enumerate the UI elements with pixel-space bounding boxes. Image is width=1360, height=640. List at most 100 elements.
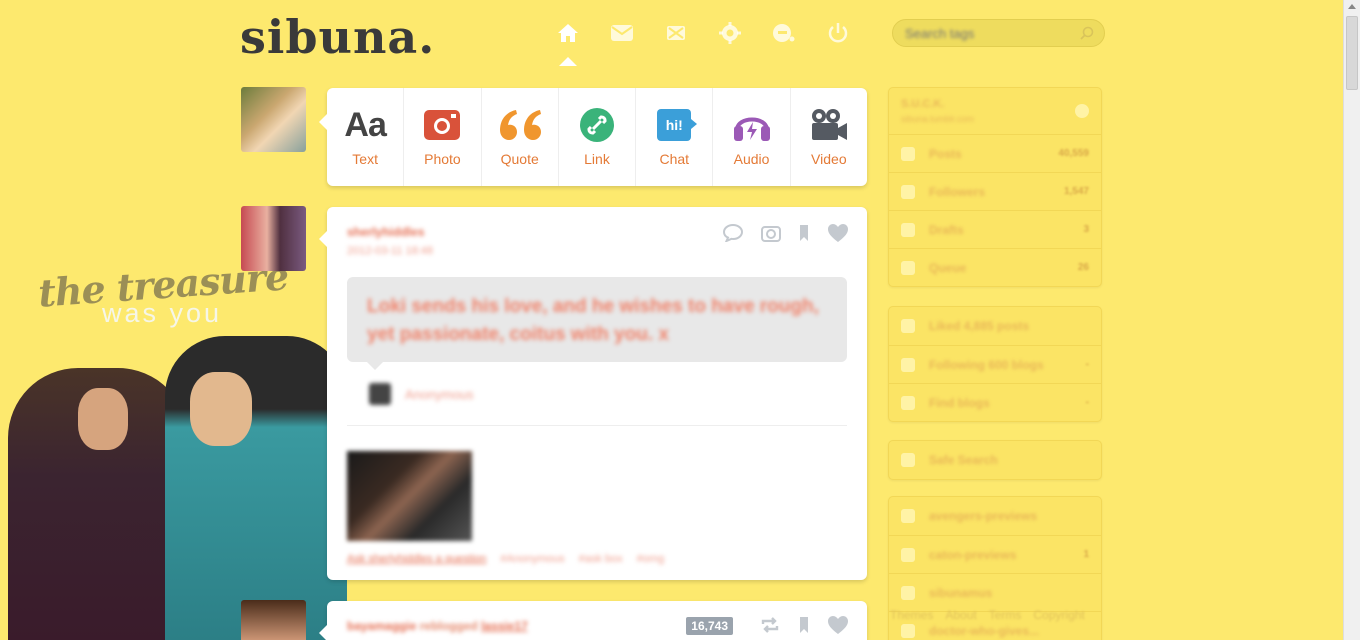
decorative-figure-girl-face	[78, 388, 128, 450]
new-text-post-button[interactable]: Aa Text	[327, 88, 405, 186]
sidebar-safe-search-panel: Safe Search	[888, 440, 1102, 480]
blog-icon	[901, 623, 915, 638]
sidebar-item-label: Safe Search	[929, 453, 998, 467]
sidebar-item-count: 1	[1083, 549, 1089, 560]
bookmark-icon[interactable]	[799, 616, 809, 634]
new-video-post-button[interactable]: Video	[791, 88, 867, 186]
sidebar-item-blog[interactable]: caton-previews 1	[889, 535, 1101, 573]
post-type-label: Text	[352, 151, 378, 167]
post-username[interactable]: sherlyhiddles	[347, 225, 424, 239]
sidebar-item-following[interactable]: Following 600 blogs -	[889, 345, 1101, 383]
sidebar-item-count: 3	[1083, 224, 1089, 235]
sidebar-item-count: -	[1085, 359, 1089, 370]
sidebar-item-count: 1,547	[1063, 186, 1089, 197]
sidebar-item-label: sibunamus	[929, 585, 993, 600]
sidebar-item-label: Drafts	[929, 222, 964, 237]
page-scrollbar[interactable]	[1343, 0, 1360, 640]
new-quote-post-button[interactable]: Quote	[482, 88, 559, 186]
post-author-avatar[interactable]	[241, 206, 306, 271]
ask-question-link[interactable]: Ask sherlyhiddles a question	[347, 553, 486, 565]
logo[interactable]: sibuna.	[240, 10, 435, 64]
blog-menu-icon[interactable]	[1075, 104, 1089, 118]
question-bubble: Loki sends his love, and he wishes to ha…	[347, 277, 847, 370]
footer-link-about[interactable]: About	[945, 608, 976, 622]
new-post-composer: Aa Text Photo Quote Link hi! Chat Audio …	[319, 88, 867, 186]
top-nav	[555, 20, 851, 66]
sidebar-item-blog[interactable]: sibunamus	[889, 573, 1101, 611]
post-attribution: bayamaggie reblogged lassie17	[347, 619, 528, 633]
sidebar-item-drafts[interactable]: Drafts 3	[889, 210, 1101, 248]
tag-link[interactable]: #ask box	[579, 553, 623, 565]
footer-links: Themes About Terms Copyright	[890, 608, 1085, 622]
person-icon	[901, 357, 915, 372]
footer-link-themes[interactable]: Themes	[890, 608, 933, 622]
help-button[interactable]	[771, 20, 797, 46]
blog-icon	[901, 547, 915, 562]
search-icon[interactable]	[1080, 26, 1094, 40]
sidebar-item-blog[interactable]: avengers-previews	[889, 497, 1101, 535]
queue-icon	[901, 260, 915, 275]
inbox-button[interactable]	[609, 20, 635, 46]
answer-post: sherlyhiddles 2012-03-11 18:48 Loki send…	[319, 207, 867, 580]
sidebar-item-label: avengers-previews	[929, 509, 1038, 523]
sidebar-item-safe-search[interactable]: Safe Search	[889, 441, 1101, 479]
footer-link-copyright[interactable]: Copyright	[1033, 608, 1084, 622]
tag-link[interactable]: #Anonymous	[500, 553, 564, 565]
sidebar-item-find-blogs[interactable]: Find blogs -	[889, 383, 1101, 421]
help-icon	[773, 24, 795, 42]
sidebar-item-likes[interactable]: Liked 4,885 posts	[889, 307, 1101, 345]
sidebar-item-queue[interactable]: Queue 26	[889, 248, 1101, 286]
link-icon	[579, 107, 615, 143]
headphones-icon	[732, 107, 772, 143]
footer-link-terms[interactable]: Terms	[989, 608, 1022, 622]
reblog-source-link[interactable]: lassie17	[481, 619, 528, 633]
post-type-label: Photo	[424, 151, 461, 167]
shield-icon	[901, 453, 915, 467]
sidebar-item-count: 26	[1077, 262, 1089, 273]
sidebar-blog-header[interactable]: S.U.C.K. sibuna.tumblr.com	[889, 88, 1101, 134]
search-input[interactable]	[893, 20, 1073, 46]
reblog-icon[interactable]	[759, 616, 781, 634]
post-tags: Ask sherlyhiddles a question #Anonymous …	[347, 553, 664, 565]
camera-icon[interactable]	[761, 224, 781, 242]
heart-icon[interactable]	[827, 615, 849, 635]
tag-link[interactable]: #omg	[637, 553, 665, 565]
blog-icon	[901, 585, 915, 600]
home-button[interactable]	[555, 20, 581, 66]
settings-button[interactable]	[717, 20, 743, 46]
home-icon	[558, 24, 578, 42]
post-type-label: Video	[811, 151, 847, 167]
scrollbar-thumb[interactable]	[1346, 16, 1358, 90]
heart-icon	[901, 319, 915, 333]
answer-image[interactable]	[347, 451, 472, 541]
divider	[347, 425, 847, 426]
sidebar-item-followers[interactable]: Followers 1,547	[889, 172, 1101, 210]
logout-button[interactable]	[825, 20, 851, 46]
new-photo-post-button[interactable]: Photo	[404, 88, 482, 186]
camera-icon	[423, 107, 461, 143]
new-link-post-button[interactable]: Link	[559, 88, 637, 186]
chat-icon: hi!	[657, 107, 698, 143]
bookmark-icon[interactable]	[799, 224, 809, 242]
post-author-avatar[interactable]	[241, 600, 306, 640]
post-type-label: Link	[584, 151, 610, 167]
scroll-up-arrow-icon[interactable]	[1348, 4, 1356, 9]
reblog-post: bayamaggie reblogged lassie17 16,743	[319, 601, 867, 640]
post-username[interactable]: bayamaggie	[347, 619, 416, 633]
blog-title: S.U.C.K.	[901, 98, 945, 110]
sidebar-item-label: Posts	[929, 146, 962, 161]
user-avatar[interactable]	[241, 87, 306, 152]
notes-count[interactable]: 16,743	[686, 617, 733, 635]
sidebar-item-label: Find blogs	[929, 395, 990, 410]
sidebar-item-label: Followers	[929, 184, 986, 199]
explore-button[interactable]	[663, 20, 689, 46]
sidebar-item-label: Queue	[929, 260, 967, 275]
sidebar-item-posts[interactable]: Posts 40,559	[889, 134, 1101, 172]
heart-icon[interactable]	[827, 223, 849, 243]
sidebar-item-label: Following 600 blogs	[929, 357, 1044, 372]
new-audio-post-button[interactable]: Audio	[713, 88, 791, 186]
new-chat-post-button[interactable]: hi! Chat	[636, 88, 714, 186]
sidebar-item-count: 40,559	[1058, 148, 1089, 159]
sidebar-blog-panel: S.U.C.K. sibuna.tumblr.com Posts 40,559 F…	[888, 87, 1102, 287]
comment-icon[interactable]	[723, 224, 743, 242]
